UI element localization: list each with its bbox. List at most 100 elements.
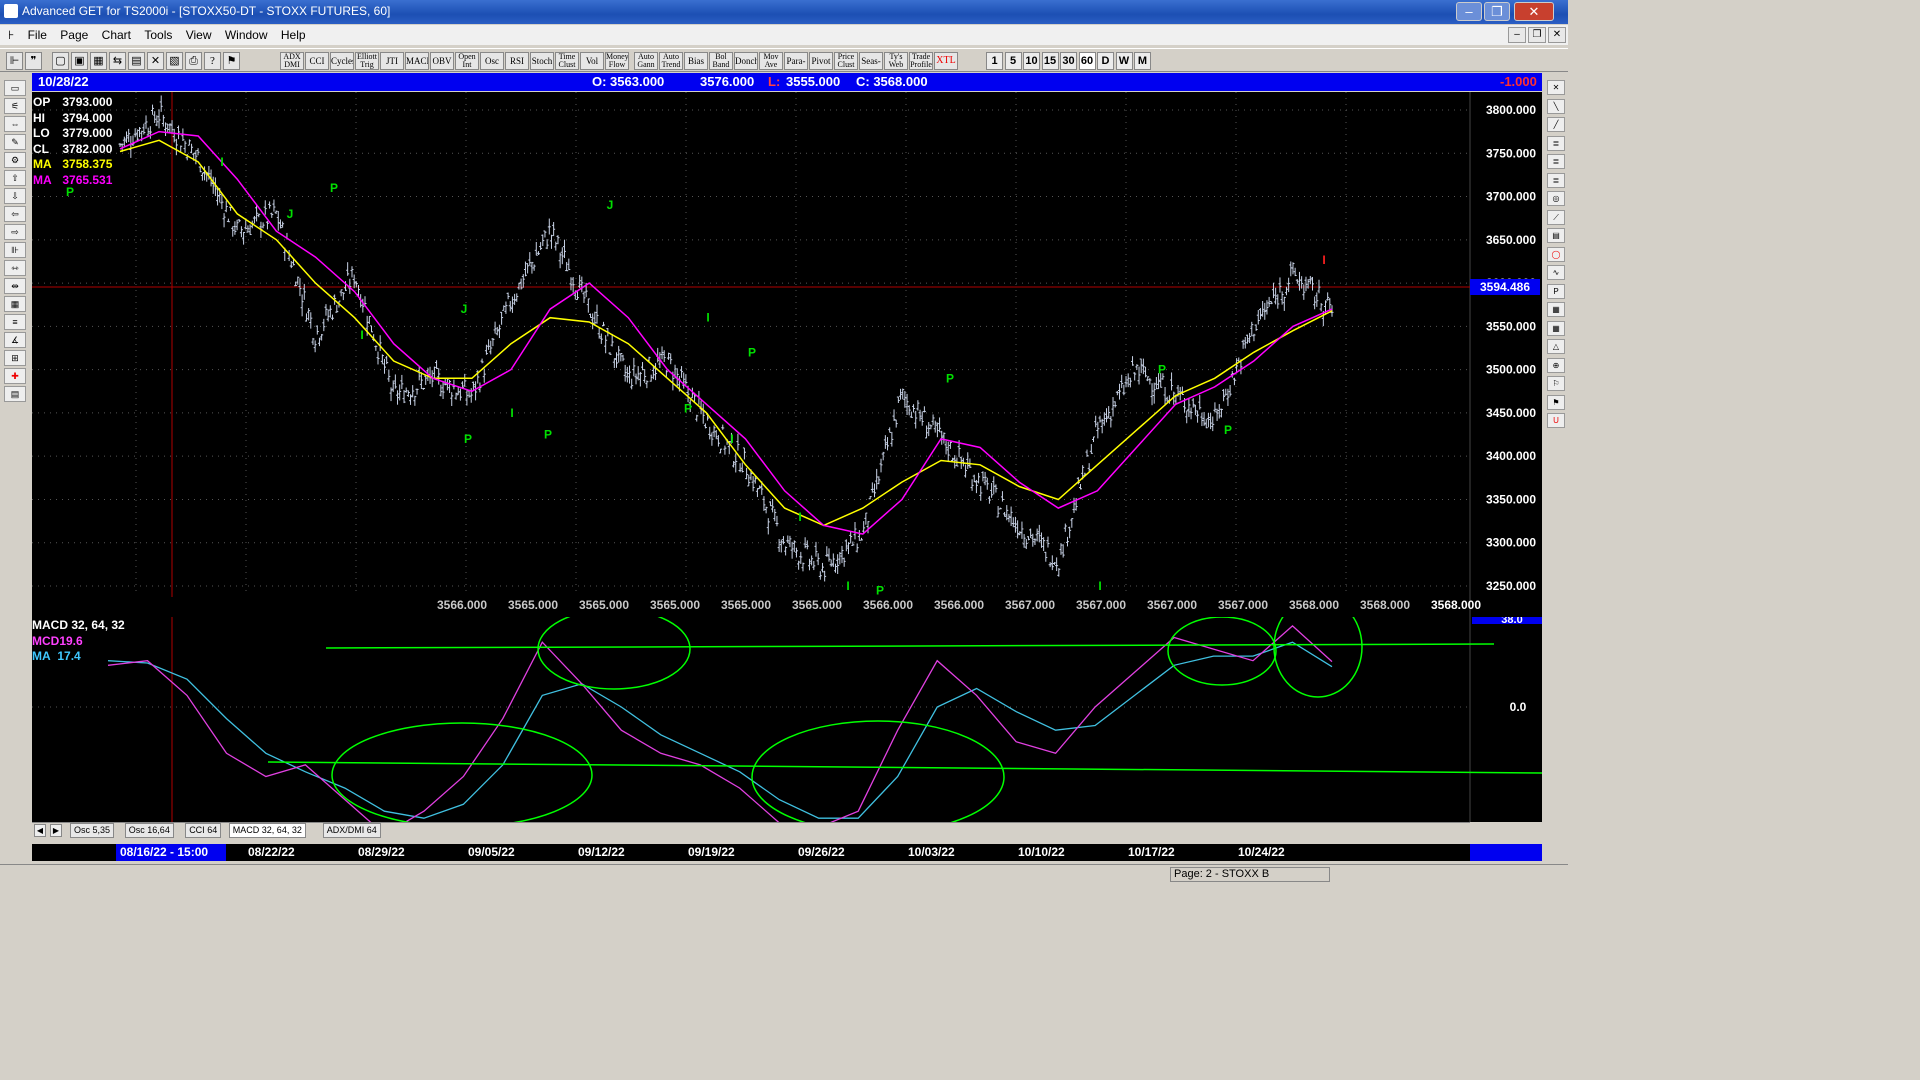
print-icon[interactable]: ⎙ bbox=[185, 52, 202, 70]
magnet-icon[interactable]: U bbox=[1547, 413, 1565, 428]
reset-icon[interactable]: ⇔ bbox=[4, 116, 26, 132]
mdi-restore-button[interactable]: ❐ bbox=[1528, 27, 1546, 43]
lines-icon[interactable]: ≡ bbox=[4, 314, 26, 330]
flag-icon[interactable]: ⚑ bbox=[1547, 394, 1565, 410]
indicator-rsi-button[interactable]: RSI bbox=[505, 52, 529, 70]
interval-w-button[interactable]: W bbox=[1115, 52, 1133, 70]
maximize-button[interactable]: ❐ bbox=[1484, 2, 1510, 21]
elliott-icon[interactable]: ⚙ bbox=[4, 152, 26, 168]
indicator-mov-ave-button[interactable]: Mov Ave bbox=[759, 52, 783, 70]
tab-adx-dmi-64[interactable]: ADX/DMI 64 bbox=[322, 823, 381, 838]
indicator-trade-profile-button[interactable]: Trade Profile bbox=[909, 52, 933, 70]
grid2-icon[interactable]: ▦ bbox=[1547, 320, 1565, 336]
new-icon[interactable]: ▢ bbox=[52, 52, 69, 70]
indicator-money-flow-button[interactable]: Money Flow bbox=[605, 52, 629, 70]
indicator-bol-band-button[interactable]: Bol Band bbox=[709, 52, 733, 70]
tab-scroll-right[interactable]: ▶ bbox=[50, 824, 62, 837]
indicator-vol-button[interactable]: Vol bbox=[580, 52, 604, 70]
indicator-cci-button[interactable]: CCI bbox=[305, 52, 329, 70]
help-icon[interactable]: ? bbox=[204, 52, 221, 70]
indicator-ty-s-web-button[interactable]: Ty's Web bbox=[884, 52, 908, 70]
tab-cci-64[interactable]: CCI 64 bbox=[185, 823, 222, 838]
layout-icon[interactable]: ▧ bbox=[166, 52, 183, 70]
indicator-adx-dmi-button[interactable]: ADX DMI bbox=[280, 52, 304, 70]
interval-1-button[interactable]: 1 bbox=[986, 52, 1003, 70]
indicator-macd-button[interactable]: MACD bbox=[405, 52, 429, 70]
pin-icon[interactable]: ⊩ bbox=[6, 52, 23, 70]
flag-icon[interactable]: ⚑ bbox=[223, 52, 240, 70]
channel-icon[interactable]: ⟋ bbox=[1547, 209, 1565, 225]
tab-scroll-left[interactable]: ◀ bbox=[34, 824, 46, 837]
tab-osc-5-35[interactable]: Osc 5,35 bbox=[70, 823, 115, 838]
minimize-button[interactable]: – bbox=[1456, 2, 1482, 21]
indicator-auto-gann-button[interactable]: Auto Gann bbox=[634, 52, 658, 70]
expand-icon[interactable]: ⇹ bbox=[4, 278, 26, 294]
menu-help[interactable]: Help bbox=[276, 25, 311, 45]
delete-icon[interactable]: ✕ bbox=[147, 52, 164, 70]
close-button[interactable]: ✕ bbox=[1514, 2, 1554, 21]
menu-chart[interactable]: Chart bbox=[97, 25, 136, 45]
indicator-pivot-button[interactable]: Pivot bbox=[809, 52, 833, 70]
interval-15-button[interactable]: 15 bbox=[1041, 52, 1059, 70]
menu-window[interactable]: Window bbox=[220, 25, 273, 45]
indicator-obv-button[interactable]: OBV bbox=[430, 52, 454, 70]
down-arrow-icon[interactable]: ⇩ bbox=[4, 188, 26, 204]
interval-60-button[interactable]: 60 bbox=[1078, 52, 1096, 70]
table-icon[interactable]: ▦ bbox=[4, 296, 26, 312]
price-chart[interactable]: 3800.0003750.0003700.0003650.0003600.000… bbox=[32, 92, 1542, 617]
tab-macd-32-64-32[interactable]: MACD 32, 64, 32 bbox=[228, 823, 306, 838]
pti-icon[interactable]: P bbox=[1547, 283, 1565, 299]
indicator-osc-button[interactable]: Osc bbox=[480, 52, 504, 70]
indicator-stoch-button[interactable]: Stoch bbox=[530, 52, 554, 70]
save-icon[interactable]: ▦ bbox=[90, 52, 107, 70]
clear-icon[interactable]: ✕ bbox=[1547, 80, 1565, 95]
interval-5-button[interactable]: 5 bbox=[1004, 52, 1022, 70]
grid-icon[interactable]: ▤ bbox=[128, 52, 145, 70]
macd-pane[interactable]: 38.0 0.0 MACD 32, 64, 32 MCD19.6 MA 17.4 bbox=[32, 617, 1542, 822]
wave-icon[interactable]: ∿ bbox=[1547, 265, 1565, 280]
fib-ret-icon[interactable]: ≣ bbox=[1547, 135, 1565, 151]
gann-icon[interactable]: ∡ bbox=[4, 332, 26, 348]
interval-10-button[interactable]: 10 bbox=[1023, 52, 1040, 70]
indicator-auto-trend-button[interactable]: Auto Trend bbox=[659, 52, 683, 70]
right-arrow-icon[interactable]: ⇨ bbox=[4, 224, 26, 240]
bars-icon[interactable]: ⊪ bbox=[4, 242, 26, 258]
crosshair-icon[interactable]: ✚ bbox=[4, 368, 26, 384]
circle-icon[interactable]: ◎ bbox=[1547, 191, 1565, 206]
indicator-seas-onals-button[interactable]: Seas-onals bbox=[859, 52, 883, 70]
marker-icon[interactable]: ⚐ bbox=[1547, 376, 1565, 391]
quote-icon[interactable]: ❞ bbox=[25, 52, 42, 70]
zoom-in-icon[interactable]: ⊕ bbox=[1547, 357, 1565, 373]
zoom-icon[interactable]: ⚟ bbox=[4, 98, 26, 114]
indicator-cycles-button[interactable]: Cycles bbox=[330, 52, 354, 70]
indicator-open-int-button[interactable]: Open Int bbox=[455, 52, 479, 70]
indicator-price-clust-button[interactable]: Price Clust bbox=[834, 52, 858, 70]
study-icon[interactable]: ✎ bbox=[4, 134, 26, 150]
left-arrow-icon[interactable]: ⇦ bbox=[4, 206, 26, 222]
indicator-jti-button[interactable]: JTI bbox=[380, 52, 404, 70]
box-icon[interactable]: ▤ bbox=[1547, 228, 1565, 243]
ellipse-icon[interactable]: ◯ bbox=[1547, 246, 1565, 262]
indicator-bias-button[interactable]: Bias bbox=[684, 52, 708, 70]
menu-page[interactable]: Page bbox=[55, 25, 93, 45]
triangle-icon[interactable]: △ bbox=[1547, 339, 1565, 354]
interval-d-button[interactable]: D bbox=[1097, 52, 1114, 70]
mdi-close-button[interactable]: ✕ bbox=[1548, 27, 1566, 43]
indicator-xtl-button[interactable]: XTL bbox=[934, 52, 958, 70]
menu-file[interactable]: File bbox=[23, 25, 52, 45]
fib-ext-icon[interactable]: ≣ bbox=[1547, 154, 1565, 169]
menu-view[interactable]: View bbox=[181, 25, 217, 45]
menu-tools[interactable]: Tools bbox=[139, 25, 177, 45]
fib-time-icon[interactable]: ≣ bbox=[1547, 172, 1565, 188]
indicator-donch-button[interactable]: Donch bbox=[734, 52, 758, 70]
indicator-elliott-trig-button[interactable]: Elliott Trig bbox=[355, 52, 379, 70]
up-arrow-icon[interactable]: ⇧ bbox=[4, 170, 26, 186]
ray-icon[interactable]: ╱ bbox=[1547, 117, 1565, 132]
compress-icon[interactable]: ⇿ bbox=[4, 260, 26, 276]
grid-icon[interactable]: ▦ bbox=[1547, 302, 1565, 317]
select-icon[interactable]: ▭ bbox=[4, 80, 26, 96]
open-icon[interactable]: ▣ bbox=[71, 52, 88, 70]
interval-30-button[interactable]: 30 bbox=[1060, 52, 1077, 70]
indicator-time-clust-button[interactable]: Time Clust bbox=[555, 52, 579, 70]
swap-icon[interactable]: ⇆ bbox=[109, 52, 126, 70]
